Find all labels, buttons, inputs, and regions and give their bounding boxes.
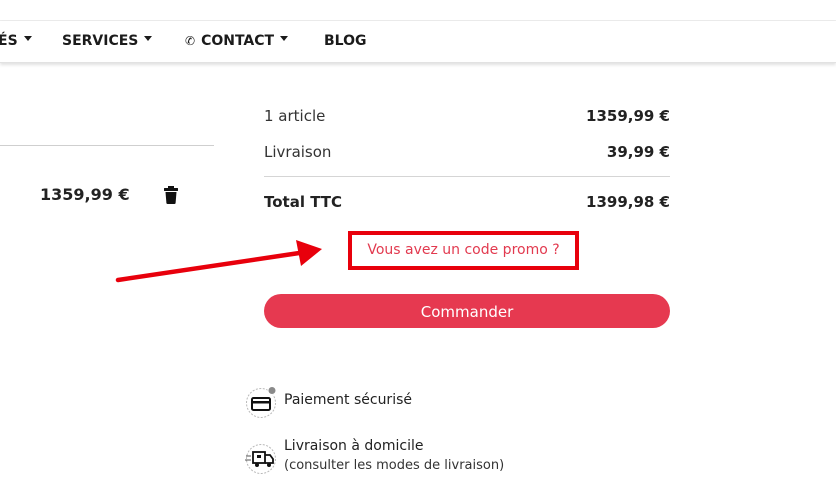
cart-item-price: 1359,99 € (40, 185, 130, 204)
articles-label: 1 article (264, 107, 326, 125)
summary-divider (264, 176, 670, 177)
delivery-modes-link[interactable]: (consulter les modes de livraison) (284, 456, 504, 475)
main-navigation: ÉS SERVICES ✆ CONTACT BLOG (0, 21, 836, 63)
delivery-truck-icon (245, 444, 276, 474)
nav-item-label: BLOG (324, 33, 367, 49)
caret-down-icon (280, 35, 289, 41)
card-icon (246, 386, 277, 418)
cart-divider (0, 145, 214, 146)
nav-item-blog[interactable]: BLOG (324, 21, 367, 62)
payment-label: Paiement sécurisé (284, 392, 412, 408)
top-strip (0, 0, 836, 21)
delivery-info: Livraison à domicile (consulter les mode… (284, 437, 504, 475)
promo-code-text: Vous avez un code promo ? (367, 242, 560, 258)
phone-icon: ✆ (185, 34, 196, 48)
articles-value: 1359,99 € (586, 107, 670, 125)
nav-item-contact[interactable]: ✆ CONTACT (185, 21, 289, 62)
caret-down-icon (144, 35, 153, 41)
promo-code-link[interactable]: Vous avez un code promo ? (348, 231, 579, 270)
total-label: Total TTC (264, 193, 343, 211)
total-value: 1399,98 € (586, 193, 670, 211)
nav-item-label: ÉS (0, 33, 18, 49)
checkout-button[interactable]: Commander (264, 294, 670, 328)
nav-item-truncated[interactable]: ÉS (0, 21, 32, 62)
shipping-value: 39,99 € (606, 143, 670, 161)
caret-down-icon (23, 35, 32, 41)
nav-item-label: CONTACT (201, 33, 275, 49)
trash-icon[interactable] (163, 186, 179, 204)
shipping-label: Livraison (264, 143, 332, 161)
nav-item-services[interactable]: SERVICES (62, 21, 153, 62)
annotation-arrow (115, 240, 322, 283)
nav-item-label: SERVICES (62, 33, 139, 49)
delivery-label: Livraison à domicile (284, 438, 424, 454)
